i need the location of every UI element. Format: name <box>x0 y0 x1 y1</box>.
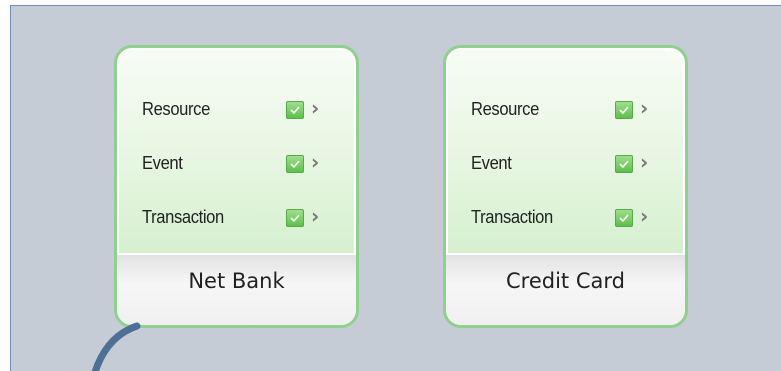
diagram-canvas: Resource › Event › Transaction › Net Ban… <box>10 5 781 371</box>
connector-line <box>91 322 141 371</box>
